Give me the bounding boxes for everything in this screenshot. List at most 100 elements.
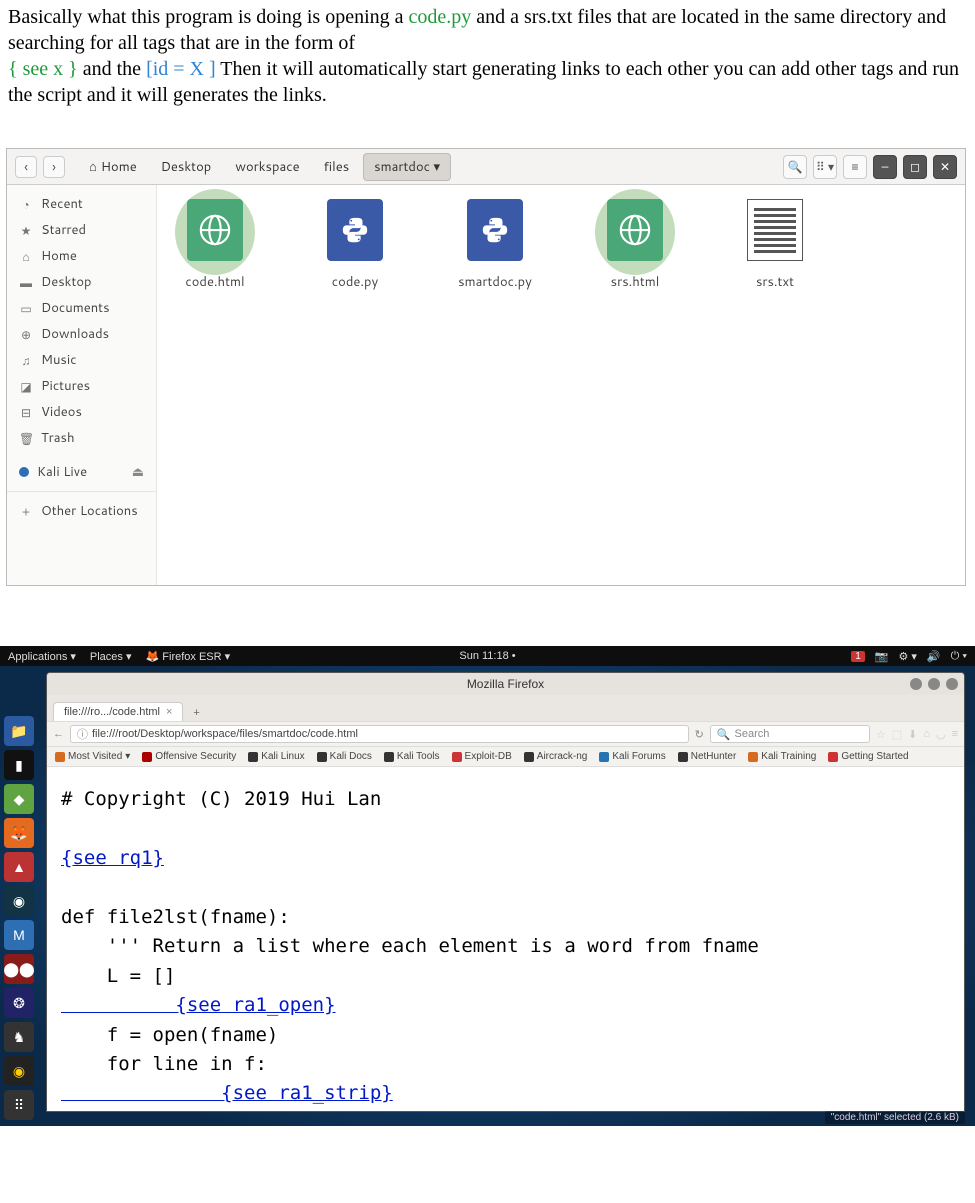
sidebar-desktop[interactable]: ▬Desktop [7,269,156,295]
file-manager-window: ‹ › Home Desktop workspace files smartdo… [6,148,966,586]
workspace-indicator[interactable]: 1 [851,651,865,662]
crumb-desktop[interactable]: Desktop [151,154,222,180]
dock-app5-icon[interactable]: ❂ [4,988,34,1018]
bm-kali-forums[interactable]: Kali Forums [599,751,665,762]
file-label: code.py [305,273,405,291]
nav-forward-button[interactable]: › [43,156,65,178]
eject-icon[interactable]: ⏏ [132,463,144,481]
dock-app4-icon[interactable]: ⬤⬤ [4,954,34,984]
sidebar-other-locations[interactable]: +Other Locations [7,491,156,524]
sidebar-trash[interactable]: 🗑Trash [7,425,156,451]
intro-paragraph: Basically what this program is doing is … [0,0,975,138]
menu-places[interactable]: Places ▾ [90,650,132,663]
bm-kali-training[interactable]: Kali Training [748,751,816,762]
bm-aircrack[interactable]: Aircrack-ng [524,751,588,762]
dock-app7-icon[interactable]: ◉ [4,1056,34,1086]
dock-app6-icon[interactable]: ♞ [4,1022,34,1052]
dock-files-icon[interactable]: 📁 [4,716,34,746]
search-button[interactable]: 🔍 [783,155,807,179]
window-close-button[interactable]: ✕ [933,155,957,179]
fm-toolbar: ‹ › Home Desktop workspace files smartdo… [7,149,965,185]
menu-firefox[interactable]: 🦊 Firefox ESR ▾ [146,650,231,663]
url-input[interactable]: ⓘfile:///root/Desktop/workspace/files/sm… [70,725,689,743]
disk-icon [19,467,29,477]
crumb-home[interactable]: Home [79,154,147,180]
ff-menu-icon[interactable]: ≡ [952,728,958,740]
link-see-ra1-strip[interactable]: {see ra1_strip} [61,1082,393,1104]
link-see-rq1[interactable]: {see rq1} [61,847,164,869]
star-icon[interactable]: ☆ [876,728,886,741]
intro-t1: Basically what this program is doing is … [8,6,409,28]
search-input[interactable]: 🔍 Search [710,725,870,743]
dock-firefox-icon[interactable]: 🦊 [4,818,34,848]
file-code-py[interactable]: code.py [305,199,405,291]
dock-app3-icon[interactable]: ◉ [4,886,34,916]
tab-close-icon[interactable]: × [166,706,172,718]
sidebar-pictures[interactable]: ◪Pictures [7,373,156,399]
view-mode-button[interactable]: ⠿ ▾ [813,155,837,179]
settings-icon[interactable]: ⚙ ▾ [898,650,916,663]
crumb-smartdoc[interactable]: smartdoc ▾ [363,153,451,181]
sidebar-home[interactable]: ⌂Home [7,243,156,269]
sidebar-music[interactable]: ♫Music [7,347,156,373]
firefox-titlebar: Mozilla Firefox [47,673,964,695]
firefox-tab[interactable]: file:///ro.../code.html× [53,702,183,721]
dock-terminal-icon[interactable]: ▮ [4,750,34,780]
intro-idx: [id = X ] [146,58,216,80]
bm-getting-started[interactable]: Getting Started [828,751,908,762]
dock-m-icon[interactable]: M [4,920,34,950]
bm-most-visited[interactable]: Most Visited▾ [55,751,130,762]
power-icon[interactable]: ⏻ ▾ [951,650,967,663]
html-icon [187,199,243,261]
crumb-workspace[interactable]: workspace [225,154,309,180]
sidebar-recent[interactable]: ◔Recent [7,191,156,217]
file-code-html[interactable]: code.html [165,199,265,291]
download-icon[interactable]: ⬇ [908,728,917,741]
dock-app2-icon[interactable]: ▲ [4,852,34,882]
bm-offsec[interactable]: Offensive Security [142,751,236,762]
intro-t3: and the [78,58,146,80]
window-min-button[interactable]: – [873,155,897,179]
sidebar-starred[interactable]: ★Starred [7,217,156,243]
bm-exploit-db[interactable]: Exploit-DB [452,751,512,762]
sidebar-kali-live[interactable]: Kali Live⏏ [7,459,156,485]
dock-app-icon[interactable]: ◆ [4,784,34,814]
new-tab-button[interactable]: + [187,705,205,721]
file-srs-html[interactable]: srs.html [585,199,685,291]
bookmarks-bar: Most Visited▾ Offensive Security Kali Li… [47,747,964,767]
firefox-tabstrip: file:///ro.../code.html× + [47,695,964,721]
camera-icon[interactable]: 📷 [875,650,889,663]
code-line: for line in f: [61,1053,267,1075]
pocket-icon[interactable]: ◡ [936,728,946,741]
bm-kali-tools[interactable]: Kali Tools [384,751,440,762]
home-icon[interactable]: ⌂ [923,728,930,740]
ff-close-button[interactable] [946,678,958,690]
sidebar-downloads[interactable]: ⊕Downloads [7,321,156,347]
file-srs-txt[interactable]: srs.txt [725,199,825,291]
sidebar-documents[interactable]: ▭Documents [7,295,156,321]
crumb-files[interactable]: files [314,154,360,180]
file-label: smartdoc.py [445,273,545,291]
bm-nethunter[interactable]: NetHunter [678,751,737,762]
ff-max-button[interactable] [928,678,940,690]
link-see-ra1-open[interactable]: {see ra1_open} [61,994,336,1016]
bm-kali-linux[interactable]: Kali Linux [248,751,304,762]
html-icon [607,199,663,261]
library-icon[interactable]: ⬚ [892,728,902,741]
desktop-screenshot: Applications ▾ Places ▾ 🦊 Firefox ESR ▾ … [0,646,975,1126]
window-max-button[interactable]: ◻ [903,155,927,179]
file-smartdoc-py[interactable]: smartdoc.py [445,199,545,291]
firefox-urlbar-row: ← ⓘfile:///root/Desktop/workspace/files/… [47,721,964,747]
menu-button[interactable]: ≡ [843,155,867,179]
ff-min-button[interactable] [910,678,922,690]
nav-back-icon[interactable]: ← [53,728,64,740]
fm-file-grid: code.html code.py smartdoc.py srs.html s… [157,185,965,585]
menu-applications[interactable]: Applications ▾ [8,650,76,663]
sidebar-videos[interactable]: ⊟Videos [7,399,156,425]
dock: 📁 ▮ ◆ 🦊 ▲ ◉ M ⬤⬤ ❂ ♞ ◉ ⠿ [4,716,34,1120]
home-icon [89,158,101,176]
bm-kali-docs[interactable]: Kali Docs [317,751,372,762]
volume-icon[interactable]: 🔊 [927,650,941,663]
dock-grid-icon[interactable]: ⠿ [4,1090,34,1120]
nav-back-button[interactable]: ‹ [15,156,37,178]
